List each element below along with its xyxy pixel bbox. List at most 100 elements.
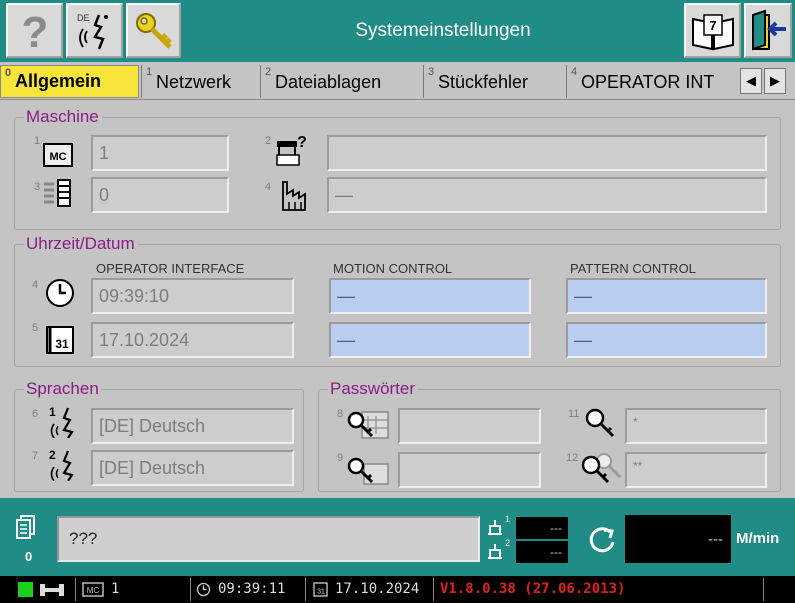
window-title: Systemeinstellungen [355, 20, 531, 41]
key-keypad-icon [347, 411, 389, 439]
passwoerter-title: Passwörter [328, 380, 419, 398]
open-book-icon: 7 [691, 13, 734, 50]
speaking-head-icon: DE [77, 13, 108, 49]
pages-icon [16, 515, 35, 539]
status-bar: MC 1 09:39:11 31 17.10.2024 V1.8.0.38 (2… [0, 576, 795, 603]
speaking-head-2-icon: 2 [49, 448, 74, 481]
double-key-icon [581, 453, 622, 484]
status-separator [763, 578, 764, 601]
mc-time-field[interactable]: — [329, 278, 531, 314]
pc-time-field[interactable]: — [566, 278, 767, 314]
tab-stueckfehler[interactable]: 3 Stückfehler [423, 65, 565, 98]
svg-text:2: 2 [49, 448, 56, 462]
key-button[interactable] [126, 3, 181, 58]
help-button[interactable]: ? [6, 3, 63, 58]
svg-text:?: ? [21, 8, 48, 55]
message-field[interactable]: ??? [57, 516, 480, 562]
status-separator [75, 578, 76, 601]
status-time: 09:39:11 [218, 581, 286, 597]
svg-text:31: 31 [317, 589, 325, 596]
calendar-icon: 31 [46, 326, 74, 354]
exit-door-icon [752, 9, 786, 50]
version-label: V1.8.0.38 (27.06.2013) [440, 581, 626, 597]
speed-2-badge: 2 [505, 538, 511, 548]
svg-text:7: 7 [709, 18, 716, 33]
field-index: 12 [566, 452, 579, 464]
tab-number: 0 [5, 67, 12, 79]
language-button[interactable]: DE [66, 3, 123, 58]
sprachen-title: Sprachen [24, 380, 102, 398]
clock-icon [46, 279, 74, 307]
field-index: 7 [32, 450, 39, 462]
location-field[interactable]: — [327, 177, 767, 213]
svg-text:31: 31 [55, 337, 69, 351]
tab-bar: 0 Allgemein 1 Netzwerk 2 Dateiablagen 3 … [0, 62, 795, 100]
status-separator [433, 578, 434, 601]
oi-time-field[interactable]: 09:39:10 [91, 278, 294, 314]
tab-dateiablagen[interactable]: 2 Dateiablagen [260, 65, 422, 98]
svg-text:DE: DE [77, 13, 90, 23]
key-icon [135, 12, 172, 49]
speaking-head-1-icon: 1 [49, 405, 74, 438]
pc-date-field[interactable]: — [566, 322, 767, 358]
tab-allgemein[interactable]: 0 Allgemein [0, 65, 139, 98]
time-date-title: Uhrzeit/Datum [24, 235, 138, 253]
maschine-title: Maschine [24, 108, 102, 126]
tab-netzwerk[interactable]: 1 Netzwerk [141, 65, 259, 98]
needle-bed-icon [44, 179, 71, 207]
key-icon [585, 408, 615, 438]
password-8-field[interactable] [398, 408, 541, 444]
language-2-field[interactable]: [DE] Deutsch [91, 450, 294, 486]
svg-text:?: ? [297, 134, 307, 151]
tab-label: Netzwerk [156, 72, 232, 92]
calendar-icon: 31 [313, 582, 328, 597]
field-index: 6 [32, 408, 39, 420]
needle-bed-field[interactable]: 0 [91, 177, 229, 213]
chevron-right-icon: ▶ [770, 73, 780, 88]
help-icon: ? [21, 8, 48, 55]
tab-number: 4 [571, 66, 578, 78]
tab-number: 1 [146, 66, 153, 78]
title-bar: ? DE Systemeinstellungen 7 [0, 0, 795, 62]
password-9-field[interactable] [398, 452, 541, 488]
field-index: 4 [32, 279, 39, 291]
machine-number-field[interactable]: 1 [91, 135, 229, 171]
field-index: 1 [34, 135, 41, 147]
password-12-field[interactable]: ** [625, 452, 767, 488]
svg-text:MC: MC [87, 586, 100, 595]
mc-date-field[interactable]: — [329, 322, 531, 358]
message-counter: 0 [25, 549, 33, 564]
tab-operator-interface[interactable]: 4 OPERATOR INT [566, 65, 736, 98]
field-index: 4 [265, 181, 272, 193]
tab-number: 3 [428, 66, 435, 78]
manual-button[interactable]: 7 [684, 3, 741, 58]
mc-status-value: 1 [111, 581, 120, 597]
svg-text:1: 1 [49, 405, 56, 419]
status-separator [305, 578, 306, 601]
tab-scroll-right-button[interactable]: ▶ [764, 68, 786, 94]
field-index: 8 [337, 408, 344, 420]
tab-number: 2 [265, 66, 272, 78]
language-1-field[interactable]: [DE] Deutsch [91, 408, 294, 444]
status-date: 17.10.2024 [335, 581, 420, 597]
exit-button[interactable] [744, 3, 792, 58]
pattern-control-header: PATTERN CONTROL [570, 261, 696, 276]
mc-status-icon: MC [82, 582, 104, 597]
tab-label: OPERATOR INT [581, 72, 715, 92]
motion-control-header: MOTION CONTROL [333, 261, 453, 276]
mc-icon: MC [43, 143, 73, 167]
status-separator [190, 578, 191, 601]
clock-icon [196, 582, 211, 597]
tab-scroll-left-button[interactable]: ◀ [740, 68, 762, 94]
speed-2-display: --- [516, 541, 568, 563]
svg-text:MC: MC [49, 151, 66, 163]
speed-1-display: --- [516, 517, 568, 539]
factory-icon [282, 181, 306, 211]
machine-type-field[interactable] [327, 135, 767, 171]
oi-date-field[interactable]: 17.10.2024 [91, 322, 294, 358]
tab-label: Allgemein [15, 71, 102, 91]
carriage-icon [40, 584, 64, 596]
field-index: 11 [568, 408, 580, 420]
tab-label: Dateiablagen [275, 72, 382, 92]
password-11-field[interactable]: * [625, 408, 767, 444]
